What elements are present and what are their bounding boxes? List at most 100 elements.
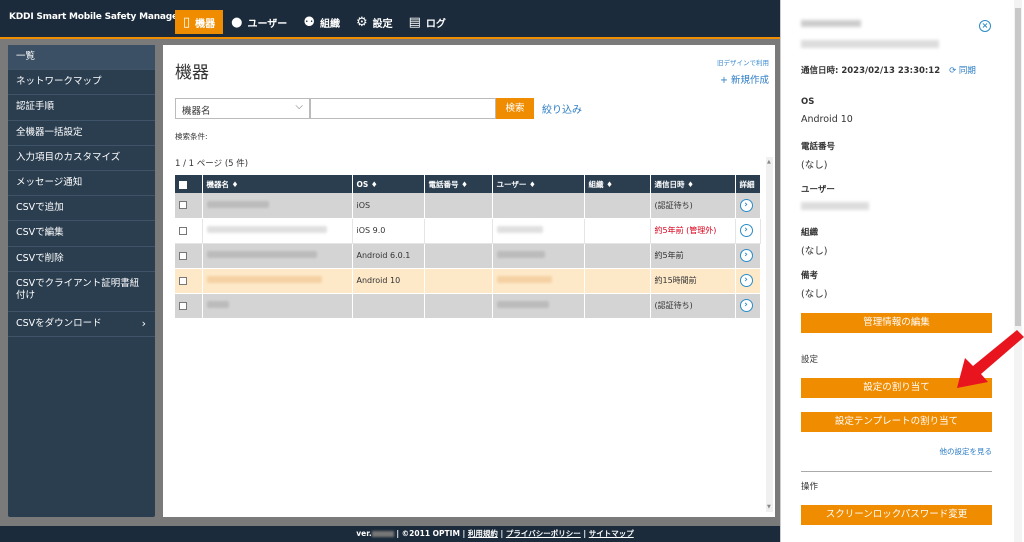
org-label: 組織 bbox=[801, 228, 819, 238]
assign-template-button[interactable]: 設定テンプレートの割り当て bbox=[801, 412, 992, 432]
other-settings-link[interactable]: 他の設定を見る bbox=[940, 446, 993, 457]
cell-detail: › bbox=[735, 218, 761, 244]
row-checkbox[interactable] bbox=[179, 226, 187, 235]
row-checkbox[interactable] bbox=[179, 251, 187, 260]
cell-user bbox=[492, 293, 585, 319]
search-input[interactable] bbox=[310, 98, 496, 119]
org-value: (なし) bbox=[801, 246, 828, 257]
cell-os: iOS 9.0 bbox=[352, 218, 425, 244]
table-row[interactable]: iOS 9.0 約5年前 (管理外) › bbox=[175, 218, 761, 244]
filter-link[interactable]: 絞り込み bbox=[542, 101, 582, 116]
sidebar-item-bulk-settings[interactable]: 全機器一括設定 bbox=[8, 121, 155, 146]
header-comm-time[interactable]: 通信日時 ♦ bbox=[650, 175, 736, 193]
cell-device-name bbox=[202, 268, 353, 294]
note-label: 備考 bbox=[801, 271, 819, 281]
sidebar-item-csv-client-cert[interactable]: CSVでクライアント証明書紐付け bbox=[8, 272, 155, 312]
cell-user bbox=[492, 193, 585, 219]
main-nav: ▯ 機器 ● ユーザー ⚉ 組織 ⚙ 設定 ▤ ログ bbox=[175, 10, 454, 34]
device-table: 機器名 ♦ OS ♦ 電話番号 ♦ ユーザー ♦ 組織 ♦ 通信日時 ♦ 詳細 … bbox=[175, 175, 761, 319]
app-logo: KDDI Smart Mobile Safety Manager bbox=[9, 12, 183, 22]
search-button[interactable]: 検索 bbox=[496, 98, 534, 119]
cell-phone bbox=[424, 193, 493, 219]
table-row[interactable]: (認証待ち) › bbox=[175, 293, 761, 319]
header-organization[interactable]: 組織 ♦ bbox=[584, 175, 651, 193]
cell-comm-time: 約15時間前 bbox=[650, 268, 736, 294]
row-checkbox[interactable] bbox=[179, 201, 187, 210]
sidebar-item-csv-add[interactable]: CSVで追加 bbox=[8, 196, 155, 222]
row-checkbox[interactable] bbox=[179, 301, 187, 310]
cell-os bbox=[352, 293, 425, 319]
detail-chevron-icon[interactable]: › bbox=[739, 249, 753, 262]
cell-user bbox=[492, 243, 585, 269]
nav-organization[interactable]: ⚉ 組織 bbox=[295, 10, 348, 34]
panel-scrollbar[interactable] bbox=[1014, 0, 1022, 542]
detail-chevron-icon[interactable]: › bbox=[739, 299, 753, 312]
sidebar-item-csv-download[interactable]: CSVをダウンロード › bbox=[8, 312, 155, 337]
detail-chevron-icon[interactable]: › bbox=[739, 224, 753, 237]
select-all-checkbox[interactable] bbox=[179, 180, 187, 189]
table-scrollbar[interactable]: ▲ ▼ bbox=[766, 157, 773, 512]
group-icon: ⚉ bbox=[303, 14, 315, 30]
cell-organization bbox=[584, 243, 651, 269]
scrollbar-thumb[interactable] bbox=[1015, 8, 1021, 326]
nav-users[interactable]: ● ユーザー bbox=[223, 10, 295, 34]
redacted-text bbox=[496, 276, 552, 283]
header-device-name[interactable]: 機器名 ♦ bbox=[202, 175, 353, 193]
settings-section-label: 設定 bbox=[801, 355, 819, 365]
sidebar-item-network-map[interactable]: ネットワークマップ bbox=[8, 70, 155, 96]
header-os[interactable]: OS ♦ bbox=[352, 175, 425, 193]
redacted-text bbox=[206, 276, 322, 283]
os-value: Android 10 bbox=[801, 114, 853, 125]
detail-chevron-icon[interactable]: › bbox=[739, 198, 753, 212]
table-row[interactable]: iOS (認証待ち) › bbox=[175, 193, 761, 219]
redacted-text bbox=[496, 251, 545, 258]
cell-phone bbox=[424, 268, 493, 294]
scroll-up-icon[interactable]: ▲ bbox=[767, 159, 771, 165]
old-design-link[interactable]: 旧デザインで利用 bbox=[717, 57, 769, 67]
footer: ver. | ©2011 OPTIM | 利用規約 | プライバシーポリシー |… bbox=[0, 526, 780, 542]
cell-comm-time: (認証待ち) bbox=[650, 193, 736, 219]
cell-device-name bbox=[202, 243, 353, 269]
screen-lock-password-button[interactable]: スクリーンロックパスワード変更 bbox=[801, 505, 992, 525]
terms-link[interactable]: 利用規約 bbox=[468, 529, 498, 538]
new-device-button[interactable]: + 新規作成 bbox=[720, 72, 769, 86]
user-icon: ● bbox=[231, 14, 243, 30]
cell-device-name bbox=[202, 293, 353, 319]
redacted-text bbox=[496, 226, 543, 233]
cell-detail: › bbox=[735, 293, 761, 319]
row-select-cell bbox=[175, 268, 203, 294]
nav-logs[interactable]: ▤ ログ bbox=[401, 10, 454, 34]
footer-copyright: | ©2011 OPTIM | bbox=[396, 529, 466, 538]
nav-settings[interactable]: ⚙ 設定 bbox=[348, 10, 401, 34]
page-title: 機器 bbox=[175, 63, 209, 83]
sync-link[interactable]: ⟳ 同期 bbox=[949, 66, 976, 76]
scroll-down-icon[interactable]: ▼ bbox=[767, 504, 771, 510]
sidebar-item-auth-procedure[interactable]: 認証手順 bbox=[8, 95, 155, 121]
header-phone[interactable]: 電話番号 ♦ bbox=[424, 175, 493, 193]
device-detail-panel: × 通信日時: 2023/02/13 23:30:12 ⟳ 同期 OS Andr… bbox=[780, 0, 1024, 542]
row-select-cell bbox=[175, 243, 203, 269]
sidebar-item-list[interactable]: 一覧 bbox=[8, 45, 155, 71]
header-user[interactable]: ユーザー ♦ bbox=[492, 175, 585, 193]
nav-devices[interactable]: ▯ 機器 bbox=[175, 10, 224, 34]
sidebar-item-csv-edit[interactable]: CSVで編集 bbox=[8, 221, 155, 247]
row-checkbox[interactable] bbox=[179, 276, 187, 285]
chevron-down-icon: ⌵ bbox=[295, 101, 303, 112]
detail-chevron-icon[interactable]: › bbox=[739, 274, 753, 287]
redacted-text bbox=[496, 301, 549, 308]
sidebar-item-message-notify[interactable]: メッセージ通知 bbox=[8, 171, 155, 197]
panel-comm-time: 通信日時: 2023/02/13 23:30:12 ⟳ 同期 bbox=[801, 66, 976, 76]
search-field-select[interactable]: 機器名 ⌵ bbox=[175, 98, 310, 119]
sidebar-item-csv-delete[interactable]: CSVで削除 bbox=[8, 247, 155, 272]
sitemap-link[interactable]: サイトマップ bbox=[589, 529, 634, 538]
search-conditions-label: 検索条件: bbox=[175, 132, 208, 141]
sidebar-item-customize-fields[interactable]: 入力項目のカスタマイズ bbox=[8, 146, 155, 171]
phone-label: 電話番号 bbox=[801, 142, 836, 152]
paging-info: 1 / 1 ページ (5 件) bbox=[175, 159, 249, 169]
cell-user bbox=[492, 268, 585, 294]
close-icon[interactable]: × bbox=[979, 20, 991, 32]
table-row[interactable]: Android 6.0.1 約5年前 › bbox=[175, 243, 761, 269]
privacy-link[interactable]: プライバシーポリシー bbox=[506, 529, 581, 538]
table-row-selected[interactable]: Android 10 約15時間前 › bbox=[175, 268, 761, 294]
cell-os: iOS bbox=[352, 193, 425, 219]
